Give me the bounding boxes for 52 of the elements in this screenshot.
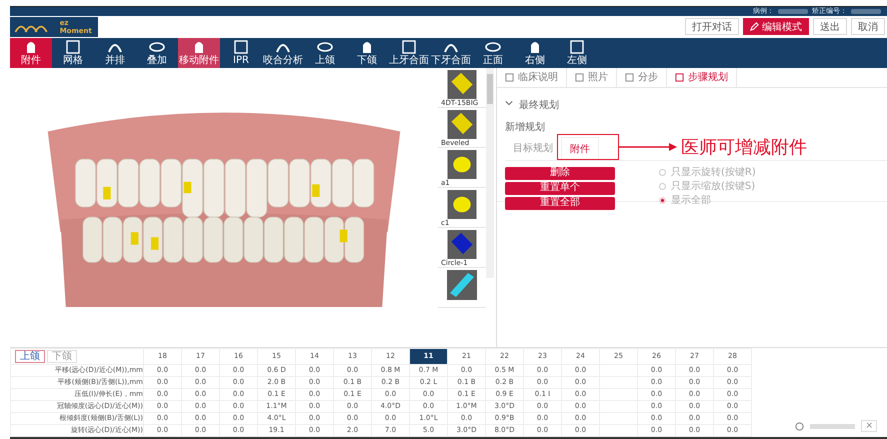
tab-icon — [625, 72, 634, 82]
attachment-thumbnail-icon[interactable] — [447, 70, 477, 99]
attachment-thumbnail-icon[interactable] — [447, 230, 477, 259]
close-button[interactable]: × — [861, 420, 877, 432]
action-button[interactable]: 重置全部 — [505, 196, 615, 210]
pencil-icon — [750, 22, 759, 32]
chevron-icon — [505, 99, 513, 108]
attachment-thumbnail-icon[interactable] — [447, 190, 477, 219]
tab-icon — [575, 72, 584, 82]
tool-icon — [485, 40, 501, 54]
toolbar-button[interactable]: 网格 — [52, 38, 94, 68]
header-button[interactable]: 送出 — [813, 18, 847, 36]
tab-icon — [675, 72, 684, 82]
toolbar-button[interactable]: 上颌 — [304, 38, 346, 68]
jaw-tab[interactable]: 上颌 — [15, 350, 45, 363]
header-button[interactable]: 编辑模式 — [743, 18, 809, 36]
tab-icon — [505, 72, 514, 82]
attachment-thumbnail-icon[interactable] — [447, 150, 477, 179]
action-button[interactable]: 删除 — [505, 166, 615, 180]
section-header[interactable]: 最终规划 — [505, 98, 887, 112]
header-button[interactable]: 打开对话 — [685, 18, 739, 36]
toolbar-button[interactable]: 右侧 — [514, 38, 556, 68]
tool-icon — [233, 40, 249, 54]
circle-icon — [795, 422, 804, 430]
tool-icon — [401, 40, 417, 54]
attachment-thumbnail-icon[interactable] — [447, 110, 477, 139]
subtitle: 新增规划 — [505, 120, 546, 134]
highlight-frame — [557, 134, 619, 160]
arrow-icon — [619, 142, 677, 151]
annotation-text: 医师可增减附件 — [681, 136, 807, 159]
action-button[interactable]: 重置单个 — [505, 182, 615, 195]
toolbar-button[interactable]: 叠加 — [136, 38, 178, 68]
header-button[interactable]: 取消 — [851, 18, 885, 36]
toolbar-button[interactable]: 上牙合面 — [388, 38, 430, 68]
subtab[interactable]: 附件 — [561, 136, 599, 160]
case-value — [778, 9, 808, 14]
tool-icon — [569, 40, 585, 54]
toolbar-button[interactable]: 正面 — [472, 38, 514, 68]
tool-icon — [149, 40, 165, 54]
toolbar-button[interactable]: 咬合分析 — [262, 38, 304, 68]
tool-icon — [65, 40, 81, 54]
toolbar-button[interactable]: 下牙合面 — [430, 38, 472, 68]
toolbar-button[interactable]: 左侧 — [556, 38, 598, 68]
toolbar-button[interactable]: 并排 — [94, 38, 136, 68]
scrollbar[interactable] — [486, 68, 494, 278]
toolbar-button[interactable]: 附件 — [10, 38, 52, 68]
toolbar-button[interactable]: 移动附件 — [178, 38, 220, 68]
toolbar-button[interactable]: 下颌 — [346, 38, 388, 68]
toolbar-button[interactable]: IPR — [220, 38, 262, 68]
id-value — [851, 9, 881, 14]
tool-icon — [317, 40, 333, 54]
attachment-thumbnail-icon[interactable] — [447, 270, 477, 300]
